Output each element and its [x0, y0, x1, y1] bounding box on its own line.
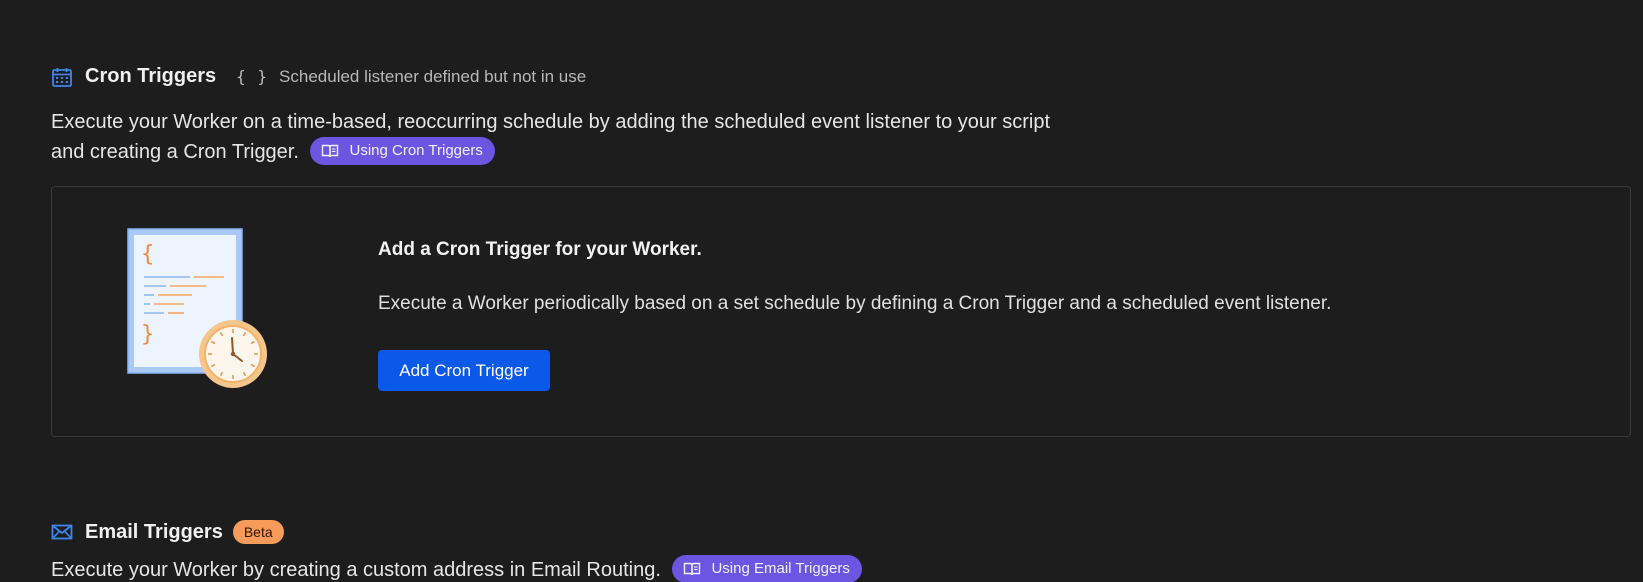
email-triggers-description: Execute your Worker by creating a custom…: [51, 554, 862, 582]
envelope-icon: [51, 521, 73, 543]
using-cron-triggers-link[interactable]: Using Cron Triggers: [310, 136, 495, 165]
empty-state-heading: Add a Cron Trigger for your Worker.: [378, 239, 702, 260]
cron-triggers-description: Execute your Worker on a time-based, reo…: [51, 107, 1050, 167]
book-icon: [683, 561, 701, 577]
cron-description-line2-row: and creating a Cron Trigger. Using Cron …: [51, 136, 1050, 167]
book-icon: [321, 143, 339, 159]
email-triggers-title: Email Triggers: [85, 520, 223, 543]
email-description-text: Execute your Worker by creating a custom…: [51, 559, 661, 581]
using-cron-triggers-label: Using Cron Triggers: [349, 141, 483, 159]
cron-description-line2: and creating a Cron Trigger.: [51, 141, 299, 163]
code-braces-icon: { }: [236, 67, 269, 86]
cron-triggers-header: Cron Triggers { } Scheduled listener def…: [51, 65, 586, 88]
document-with-clock-illustration: { }: [126, 227, 276, 397]
listener-status: { } Scheduled listener defined but not i…: [236, 67, 586, 87]
triggers-page: Cron Triggers { } Scheduled listener def…: [0, 0, 1643, 582]
cron-triggers-title: Cron Triggers: [85, 65, 217, 87]
svg-text:}: }: [141, 322, 154, 347]
empty-state-text: Execute a Worker periodically based on a…: [378, 293, 1332, 314]
beta-badge: Beta: [232, 520, 284, 544]
calendar-icon: [51, 66, 73, 88]
using-email-triggers-label: Using Email Triggers: [711, 559, 850, 577]
svg-text:{: {: [141, 242, 154, 267]
add-cron-trigger-button[interactable]: Add Cron Trigger: [378, 350, 550, 391]
listener-status-text: Scheduled listener defined but not in us…: [279, 66, 587, 86]
email-triggers-header: Email Triggers Beta: [51, 520, 284, 544]
cron-description-line1: Execute your Worker on a time-based, reo…: [51, 111, 1051, 133]
cron-trigger-empty-state-card: { } Add a Cron Trigger for your Worker. …: [51, 186, 1631, 437]
using-email-triggers-link[interactable]: Using Email Triggers: [672, 554, 862, 582]
